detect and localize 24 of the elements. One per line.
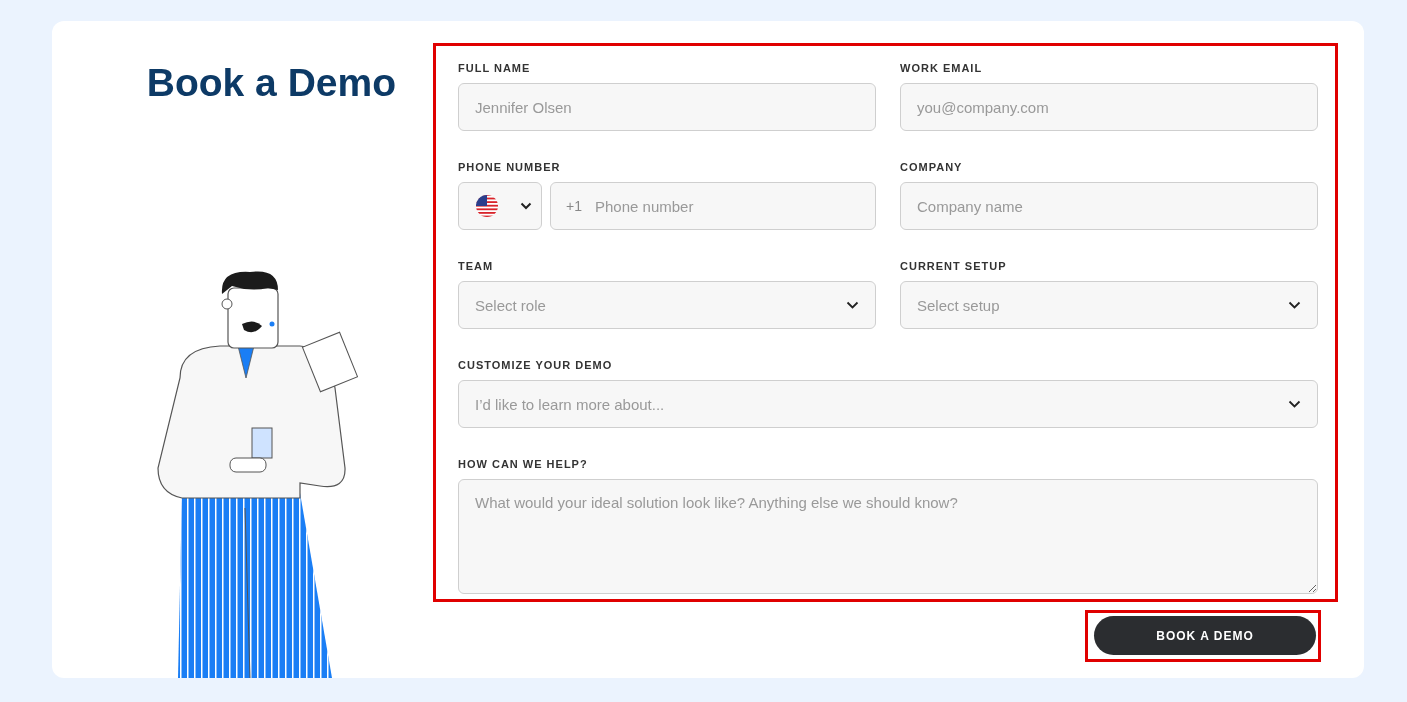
chevron-down-icon bbox=[1288, 301, 1301, 309]
field-label: CUSTOMIZE YOUR DEMO bbox=[458, 359, 614, 371]
field-label: PHONE NUMBER bbox=[458, 161, 562, 173]
dial-code: +1 bbox=[566, 198, 582, 214]
field-label: COMPANY bbox=[900, 161, 964, 173]
select-field[interactable]: Select setup bbox=[900, 281, 1318, 329]
chevron-down-icon bbox=[846, 301, 859, 309]
select-field[interactable]: Select role bbox=[458, 281, 876, 329]
flag-icon bbox=[475, 194, 499, 218]
chevron-down-icon bbox=[520, 202, 532, 210]
field-label: TEAM bbox=[458, 260, 495, 272]
field-label: WORK EMAIL bbox=[900, 62, 984, 74]
country-select[interactable] bbox=[458, 182, 542, 230]
text-field[interactable]: Company name bbox=[900, 182, 1318, 230]
select-field[interactable]: I’d like to learn more about... bbox=[458, 380, 1318, 428]
page-title: Book a Demo bbox=[146, 61, 396, 105]
field-label: HOW CAN WE HELP? bbox=[458, 458, 589, 470]
field-label: FULL NAME bbox=[458, 62, 532, 74]
message-field[interactable]: What would your ideal solution look like? Anything else we should know? bbox=[458, 479, 1318, 594]
text-field[interactable]: Jennifer Olsen bbox=[458, 83, 876, 131]
field-label: CURRENT SETUP bbox=[900, 260, 1008, 272]
book-demo-button[interactable]: BOOK A DEMO bbox=[1094, 616, 1316, 655]
chevron-down-icon bbox=[1288, 400, 1301, 408]
text-field[interactable]: you@company.com bbox=[900, 83, 1318, 131]
